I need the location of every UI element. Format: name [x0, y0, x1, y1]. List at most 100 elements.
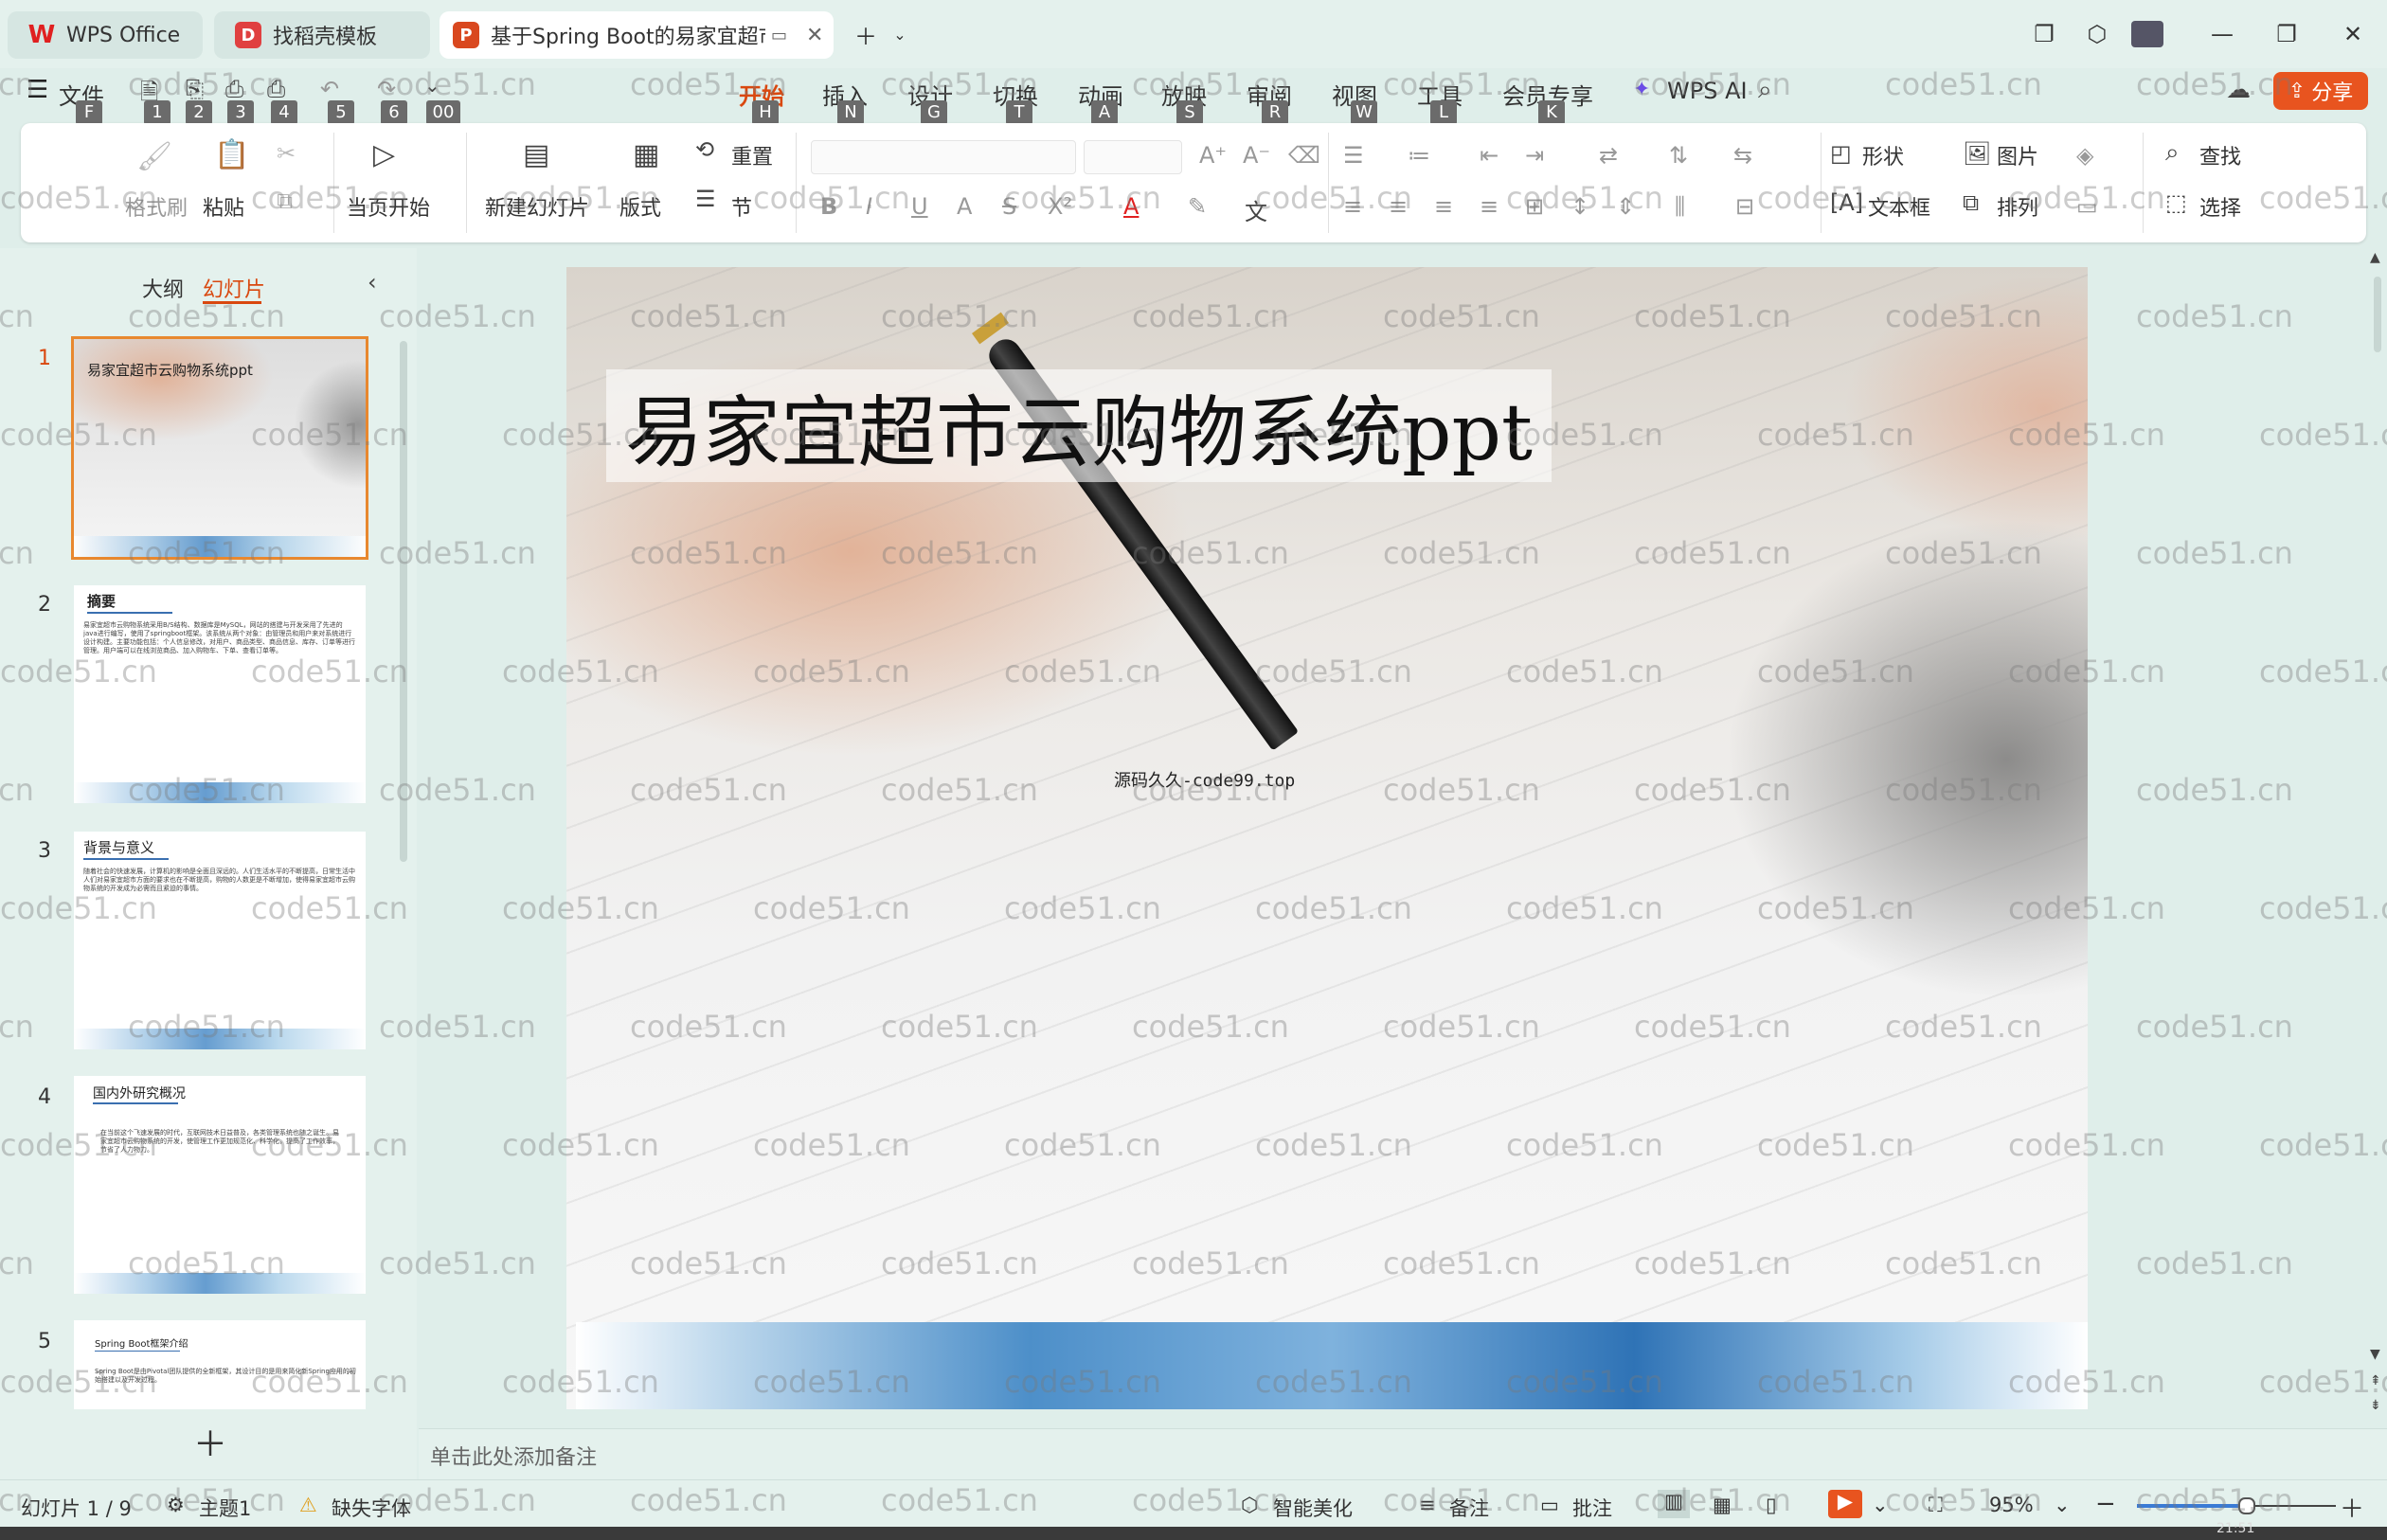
- format-brush-icon[interactable]: 🖌: [136, 140, 172, 173]
- zoom-slider-thumb[interactable]: [2237, 1497, 2255, 1514]
- maximize-icon[interactable]: ❐: [2270, 17, 2304, 51]
- scroll-up-icon[interactable]: ▲: [2370, 250, 2380, 265]
- shape-icon[interactable]: ◰: [1830, 140, 1852, 167]
- slide-thumbnail-5[interactable]: Spring Boot框架介绍 Spring Boot是由Pivotal团队提供…: [74, 1320, 366, 1409]
- smart-beautify-button[interactable]: 智能美化: [1273, 1494, 1353, 1522]
- new-tab-button[interactable]: ＋: [849, 17, 883, 51]
- align-center-icon[interactable]: ≡: [1389, 193, 1408, 220]
- text-direction-icon[interactable]: ⇄: [1599, 142, 1618, 169]
- line-spacing-icon[interactable]: ↕: [1570, 193, 1589, 220]
- zoom-level[interactable]: 95%: [1989, 1494, 2034, 1516]
- print-preview-icon[interactable]: ⎙: [267, 76, 285, 102]
- select-button[interactable]: 选择: [2199, 191, 2241, 222]
- font-size-select[interactable]: [1084, 140, 1182, 174]
- convert-icon[interactable]: ⇆: [1733, 142, 1752, 169]
- arrange-button[interactable]: 排列: [1997, 191, 2038, 222]
- notes-toggle-button[interactable]: 备注: [1449, 1494, 1489, 1522]
- missing-font-label[interactable]: 缺失字体: [332, 1494, 411, 1522]
- shape-button[interactable]: 形状: [1862, 140, 1904, 170]
- copy-icon[interactable]: ⧉: [277, 188, 293, 214]
- next-slide-icon[interactable]: ⇟: [2370, 1398, 2381, 1413]
- cut-icon[interactable]: ✂: [277, 140, 296, 167]
- search-icon[interactable]: ⌕: [1758, 76, 1772, 105]
- close-tab-icon[interactable]: ✕: [806, 24, 823, 47]
- format-brush-label[interactable]: 格式刷: [125, 191, 188, 222]
- slide-title[interactable]: 易家宜超市云购物系统ppt: [606, 369, 1552, 482]
- superscript-icon[interactable]: X²: [1048, 193, 1072, 220]
- avatar[interactable]: [2131, 21, 2163, 47]
- window-layout-icon[interactable]: ❐: [2027, 17, 2061, 51]
- decrease-font-icon[interactable]: A⁻: [1243, 142, 1270, 169]
- reset-icon[interactable]: ⟲: [695, 136, 714, 163]
- layout-icon[interactable]: ▦: [633, 138, 659, 171]
- text-align-icon[interactable]: ⊟: [1735, 193, 1754, 220]
- shadow-icon[interactable]: A: [957, 193, 972, 220]
- new-slide-button[interactable]: 新建幻灯片: [485, 191, 589, 222]
- play-from-current-button[interactable]: 当页开始: [347, 191, 430, 222]
- reset-button[interactable]: 重置: [731, 140, 773, 170]
- fit-window-icon[interactable]: ⛶: [1929, 1494, 1943, 1517]
- redo-icon[interactable]: ↷: [377, 76, 396, 102]
- picture-icon[interactable]: 🖼: [1963, 140, 1991, 167]
- highlight-icon[interactable]: ✎: [1188, 193, 1207, 220]
- zoom-in-icon[interactable]: ＋: [2340, 1490, 2364, 1525]
- tab-list-chevron-icon[interactable]: ⌄: [883, 17, 917, 51]
- align-right-icon[interactable]: ≡: [1434, 193, 1453, 220]
- tab-slides[interactable]: 幻灯片: [203, 273, 265, 303]
- picture-button[interactable]: 图片: [1997, 140, 2038, 170]
- paste-icon[interactable]: 📋: [214, 138, 249, 171]
- arrange-icon[interactable]: ⧉: [1963, 189, 1979, 216]
- increase-font-icon[interactable]: A⁺: [1199, 142, 1227, 169]
- play-slideshow-icon[interactable]: ▶: [1828, 1490, 1862, 1518]
- share-button[interactable]: ⇪ 分享: [2273, 72, 2368, 110]
- prev-slide-icon[interactable]: ⇞: [2370, 1373, 2381, 1388]
- clear-format-icon[interactable]: ⌫: [1288, 142, 1320, 169]
- zoom-chevron-icon[interactable]: ⌄: [2054, 1494, 2071, 1516]
- add-slide-icon[interactable]: ＋: [193, 1417, 227, 1466]
- find-icon[interactable]: ⌕: [2165, 138, 2180, 168]
- align-left-icon[interactable]: ≡: [1343, 193, 1362, 220]
- slide-thumbnail-4[interactable]: 国内外研究概况 在当前这个飞速发展的时代，互联网技术日益普及，各类管理系统也随之…: [74, 1076, 366, 1294]
- hamburger-icon[interactable]: ☰: [27, 76, 48, 104]
- normal-view-icon[interactable]: ▥: [1658, 1490, 1690, 1518]
- column-icon[interactable]: ⫼: [1675, 193, 1685, 220]
- panel-scrollbar[interactable]: [400, 341, 407, 862]
- tab-wps-office[interactable]: W WPS Office: [8, 11, 203, 59]
- outline-icon[interactable]: ▭: [2076, 193, 2098, 220]
- scroll-thumb[interactable]: [2374, 277, 2381, 352]
- menu-wps-ai[interactable]: WPS AI: [1667, 78, 1748, 104]
- find-button[interactable]: 查找: [2199, 140, 2241, 170]
- bold-icon[interactable]: B: [820, 193, 837, 220]
- play-from-current-icon[interactable]: ▷: [373, 138, 395, 171]
- tab-docer-templates[interactable]: D 找稻壳模板: [214, 11, 430, 59]
- new-slide-icon[interactable]: ▤: [523, 138, 549, 171]
- reading-view-icon[interactable]: ▯: [1766, 1494, 1777, 1516]
- textbox-icon[interactable]: [A]: [1830, 189, 1863, 216]
- notes-area[interactable]: 单击此处添加备注: [419, 1428, 2387, 1482]
- canvas-scrollbar[interactable]: ▲ ▼ ⇞ ⇟: [2368, 248, 2387, 1426]
- cloud-icon[interactable]: ☁: [2226, 76, 2251, 104]
- font-color-icon[interactable]: A: [1123, 193, 1139, 220]
- tab-current-document[interactable]: P 基于Spring Boot的易家宜超市 ▭ ✕: [440, 11, 834, 59]
- layout-button[interactable]: 版式: [619, 191, 661, 222]
- decrease-indent-icon[interactable]: ⇤: [1480, 142, 1499, 169]
- zoom-out-icon[interactable]: −: [2095, 1490, 2116, 1518]
- increase-indent-icon[interactable]: ⇥: [1525, 142, 1544, 169]
- fill-icon[interactable]: ◈: [2076, 142, 2093, 169]
- notes-placeholder[interactable]: 单击此处添加备注: [430, 1441, 597, 1471]
- section-icon[interactable]: ☰: [695, 186, 716, 212]
- export-icon[interactable]: ⎘: [186, 76, 204, 102]
- select-icon[interactable]: ⬚: [2165, 189, 2187, 216]
- justify-icon[interactable]: ≡: [1480, 193, 1499, 220]
- section-button[interactable]: 节: [731, 191, 752, 222]
- cube-icon[interactable]: ⬡: [2080, 17, 2114, 51]
- paragraph-spacing-icon[interactable]: ⇕: [1616, 193, 1635, 220]
- scroll-down-icon[interactable]: ▼: [2370, 1347, 2380, 1362]
- distribute-icon[interactable]: ⊞: [1525, 193, 1544, 220]
- theme-label[interactable]: 主题1: [199, 1494, 251, 1522]
- slide-subtitle[interactable]: 源码久久-code99.top: [1114, 767, 1295, 792]
- minimize-icon[interactable]: —: [2205, 17, 2239, 51]
- paste-button[interactable]: 粘贴: [203, 191, 244, 222]
- collapse-panel-icon[interactable]: ‹: [368, 269, 377, 295]
- font-name-select[interactable]: [811, 140, 1076, 174]
